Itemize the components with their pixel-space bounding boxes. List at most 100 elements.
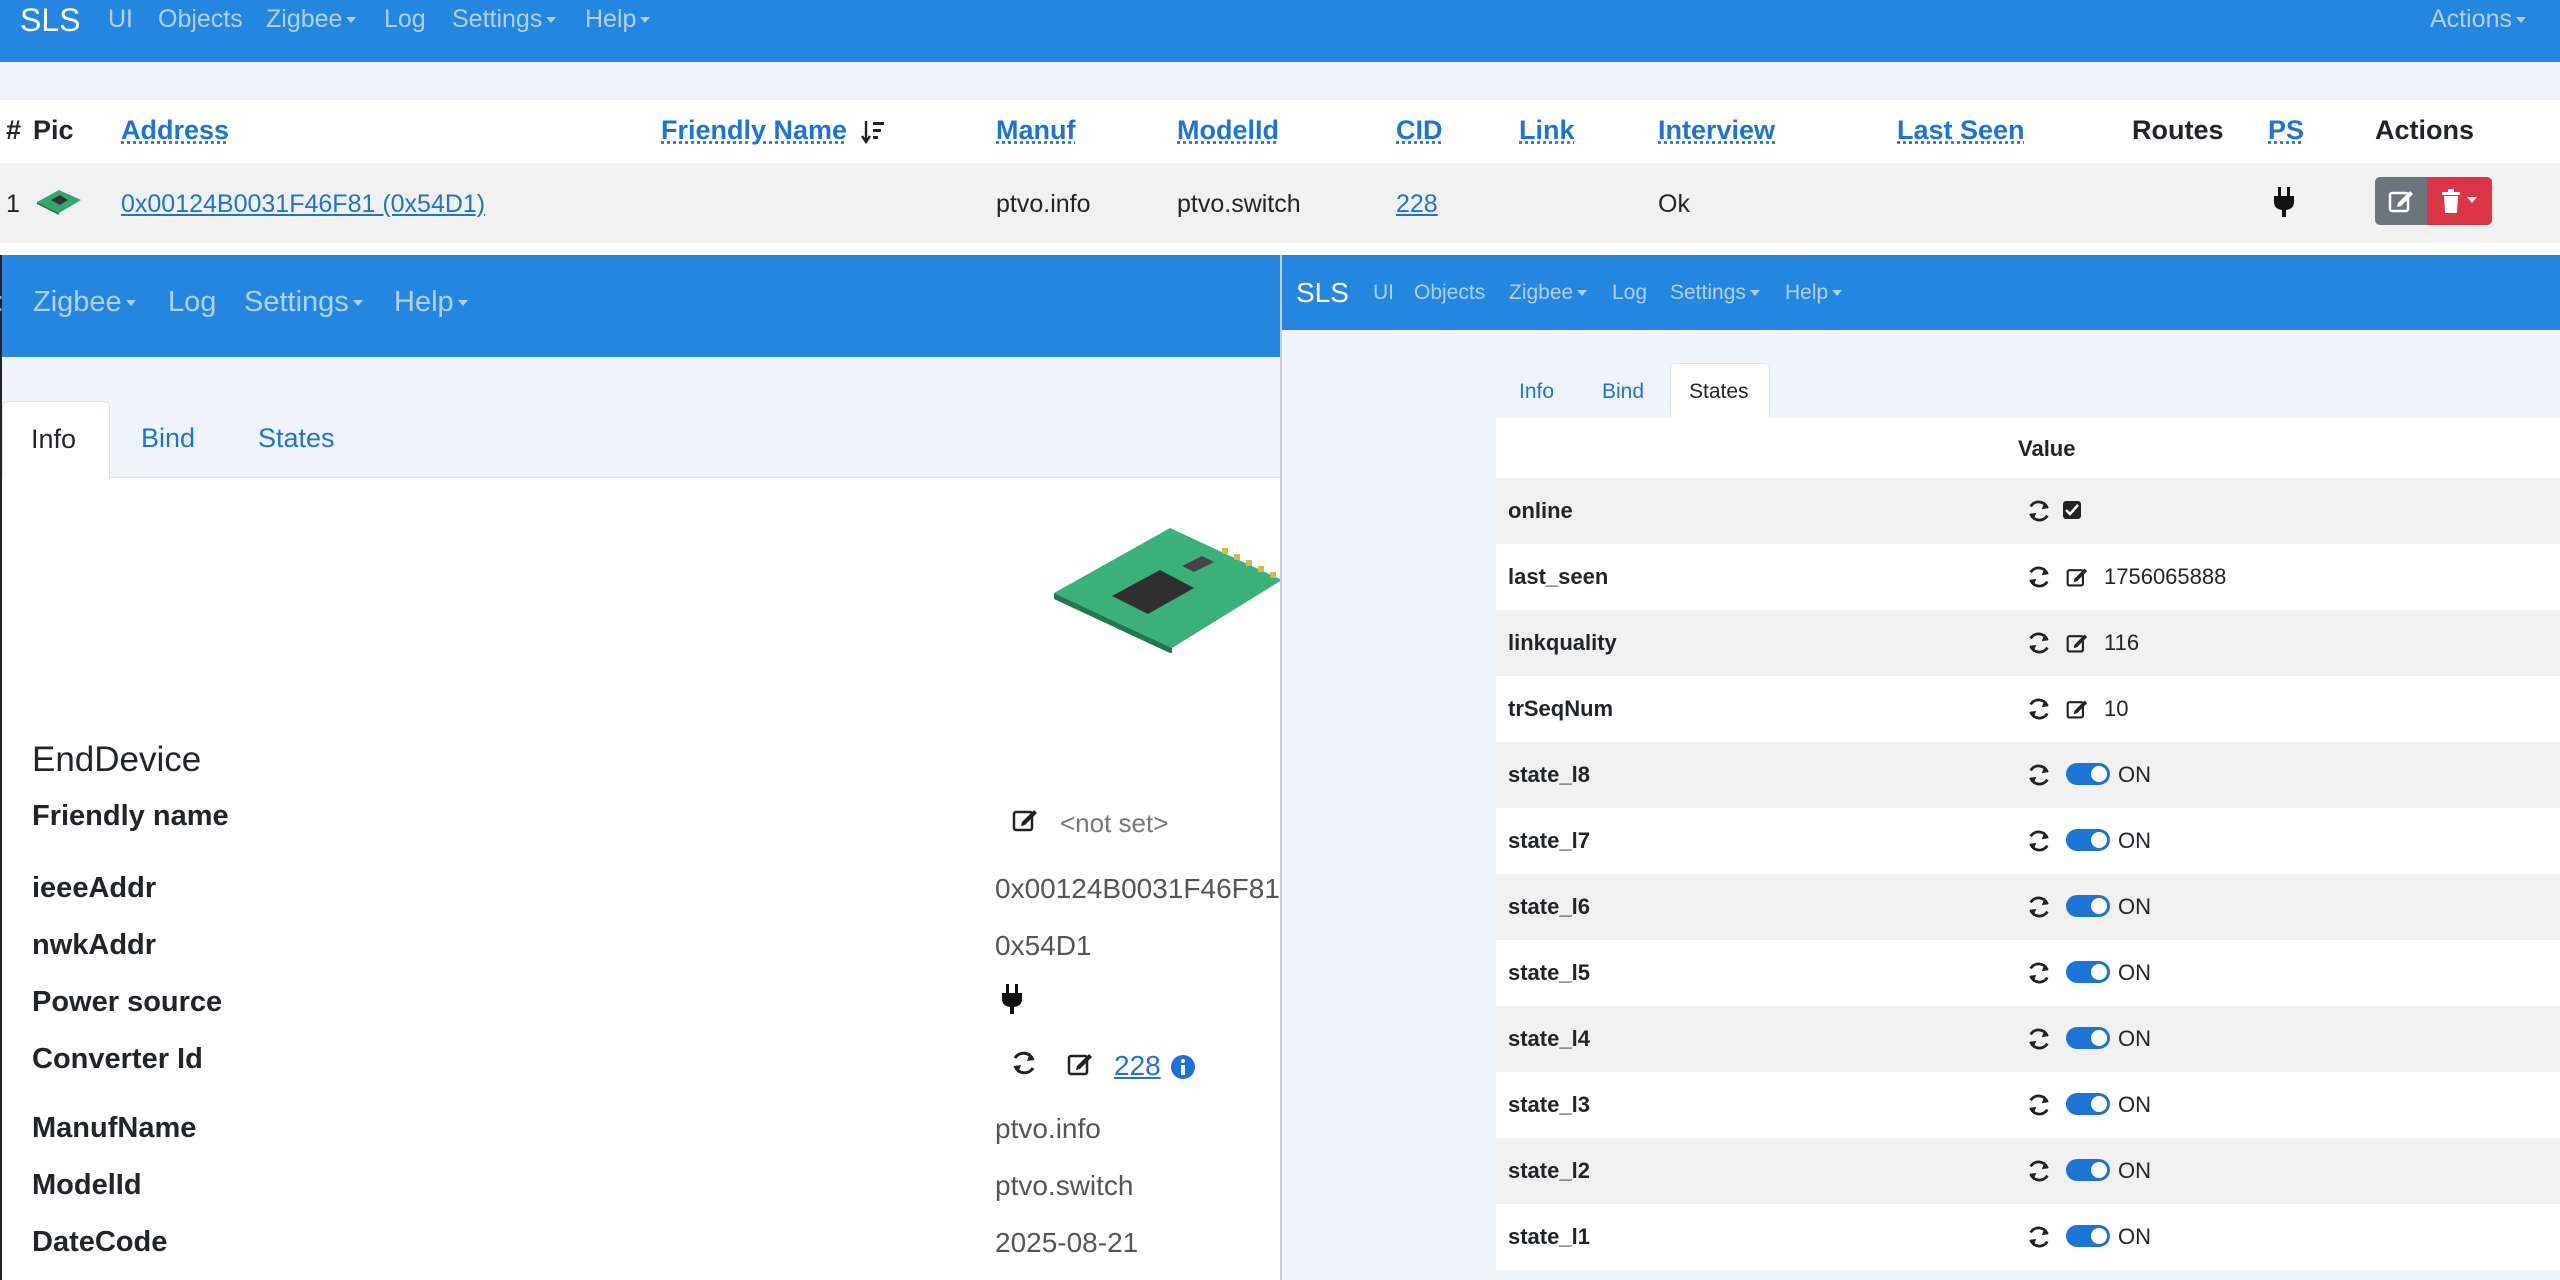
sort-manuf-link[interactable]: Manuf — [996, 115, 1075, 145]
row-interview: Ok — [1658, 190, 1690, 219]
refresh-icon[interactable] — [2026, 1026, 2052, 1052]
delete-device-dropdown[interactable] — [2427, 177, 2492, 225]
edit-device-button[interactable] — [2375, 177, 2427, 225]
device-type: EndDevice — [32, 740, 201, 780]
nav-settings[interactable]: Settings — [452, 5, 556, 34]
refresh-icon[interactable] — [2026, 828, 2052, 854]
tab-info[interactable]: Info — [2, 401, 110, 479]
row-cid-text[interactable]: 228 — [1396, 190, 1438, 218]
state-value: 1756065888 — [2104, 564, 2226, 590]
online-checkbox[interactable] — [2062, 500, 2084, 522]
nav-zigbee[interactable]: Zigbee — [33, 286, 136, 319]
nav-log[interactable]: Log — [384, 5, 426, 34]
sort-last-seen-link[interactable]: Last Seen — [1897, 115, 2025, 145]
state-toggle[interactable] — [2066, 961, 2110, 983]
tab-bind[interactable]: Bind — [141, 423, 195, 454]
edit-icon — [2388, 188, 2414, 214]
nav-ui[interactable]: UI — [1373, 281, 1394, 305]
edit-icon[interactable] — [2066, 632, 2088, 654]
sort-descending-icon[interactable] — [861, 119, 885, 145]
nav-objects[interactable]: Objects — [1414, 281, 1485, 305]
nav-log[interactable]: Log — [1612, 281, 1647, 305]
refresh-icon[interactable] — [2026, 696, 2052, 722]
refresh-icon[interactable] — [2026, 894, 2052, 920]
nav-help[interactable]: Help — [394, 286, 468, 319]
row-cid-link[interactable]: 228 — [1396, 190, 1438, 219]
nav-help[interactable]: Help — [585, 5, 650, 34]
row-manuf: ptvo.info — [996, 190, 1091, 219]
col-model[interactable]: ModelId — [1177, 115, 1279, 146]
nav-objects[interactable]: Objects — [158, 5, 243, 34]
sort-address-link[interactable]: Address — [121, 115, 229, 145]
nav-ui[interactable]: UI — [108, 5, 133, 34]
col-manuf[interactable]: Manuf — [996, 115, 1075, 146]
refresh-icon[interactable] — [2026, 762, 2052, 788]
col-last-seen[interactable]: Last Seen — [1897, 115, 2025, 146]
nav-help[interactable]: Help — [1785, 281, 1842, 305]
state-toggle[interactable] — [2066, 829, 2110, 851]
refresh-icon[interactable] — [2026, 1092, 2052, 1118]
sort-link-link[interactable]: Link — [1519, 115, 1575, 145]
col-ps[interactable]: PS — [2268, 115, 2304, 146]
state-toggle[interactable] — [2066, 1225, 2110, 1247]
state-name: state_l3 — [1508, 1092, 1590, 1118]
sort-model-link[interactable]: ModelId — [1177, 115, 1279, 145]
col-link[interactable]: Link — [1519, 115, 1575, 146]
nav-actions-label: Actions — [2430, 5, 2512, 33]
nav-settings[interactable]: Settings — [244, 286, 363, 319]
col-cid[interactable]: CID — [1396, 115, 1443, 146]
refresh-icon[interactable] — [2026, 1224, 2052, 1250]
col-address[interactable]: Address — [121, 115, 229, 146]
edit-icon[interactable] — [2066, 566, 2088, 588]
nav-objects-partial[interactable]: : — [0, 286, 4, 319]
refresh-icon[interactable] — [2026, 1158, 2052, 1184]
nav-zigbee[interactable]: Zigbee — [1509, 281, 1587, 305]
sort-ps-link[interactable]: PS — [2268, 115, 2304, 145]
refresh-icon[interactable] — [2026, 498, 2052, 524]
nwk-value: 0x54D1 — [995, 930, 1092, 962]
state-toggle[interactable] — [2066, 895, 2110, 917]
state-value: ON — [2118, 1224, 2151, 1250]
info-icon[interactable] — [1170, 1054, 1196, 1080]
refresh-icon[interactable] — [2026, 630, 2052, 656]
refresh-icon[interactable] — [1010, 1049, 1038, 1077]
edit-icon[interactable] — [1012, 807, 1038, 833]
nav-zigbee[interactable]: Zigbee — [266, 5, 356, 34]
state-toggle[interactable] — [2066, 763, 2110, 785]
state-toggle[interactable] — [2066, 1027, 2110, 1049]
caret-down-icon — [353, 300, 363, 306]
toolbar-strip — [0, 62, 2560, 100]
refresh-icon[interactable] — [2026, 564, 2052, 590]
device-address-link[interactable]: 0x00124B0031F46F81 (0x54D1) — [121, 190, 485, 219]
converter-id-link[interactable]: 228 — [1114, 1050, 1161, 1082]
nav-log[interactable]: Log — [168, 286, 216, 319]
sort-interview-link[interactable]: Interview — [1658, 115, 1775, 145]
state-toggle[interactable] — [2066, 1093, 2110, 1115]
brand-logo[interactable]: SLS — [1296, 277, 1349, 309]
nav-actions[interactable]: Actions — [2430, 5, 2526, 34]
converter-id-label: Converter Id — [32, 1043, 203, 1076]
state-name: online — [1508, 498, 1573, 524]
col-interview[interactable]: Interview — [1658, 115, 1775, 146]
tab-bind[interactable]: Bind — [1602, 380, 1644, 404]
state-toggle[interactable] — [2066, 1159, 2110, 1181]
plug-icon — [1001, 983, 1023, 1015]
tab-states-label: States — [1689, 380, 1749, 404]
tab-info[interactable]: Info — [1519, 380, 1554, 404]
state-name: last_seen — [1508, 564, 1608, 590]
col-friendly-name[interactable]: Friendly Name — [661, 115, 885, 146]
device-thumbnail — [33, 186, 83, 216]
state-row: online — [1496, 478, 2560, 544]
edit-icon[interactable] — [2066, 698, 2088, 720]
tab-states[interactable]: States — [1670, 363, 1770, 418]
device-address-text[interactable]: 0x00124B0031F46F81 (0x54D1) — [121, 190, 485, 218]
state-name: trSeqNum — [1508, 696, 1613, 722]
refresh-icon[interactable] — [2026, 960, 2052, 986]
tab-states[interactable]: States — [258, 423, 335, 454]
sort-friendly-name-link[interactable]: Friendly Name — [661, 115, 847, 145]
brand-logo[interactable]: SLS — [20, 2, 80, 39]
state-value: ON — [2118, 1158, 2151, 1184]
sort-cid-link[interactable]: CID — [1396, 115, 1443, 145]
edit-icon[interactable] — [1067, 1051, 1093, 1077]
nav-settings[interactable]: Settings — [1670, 281, 1760, 305]
